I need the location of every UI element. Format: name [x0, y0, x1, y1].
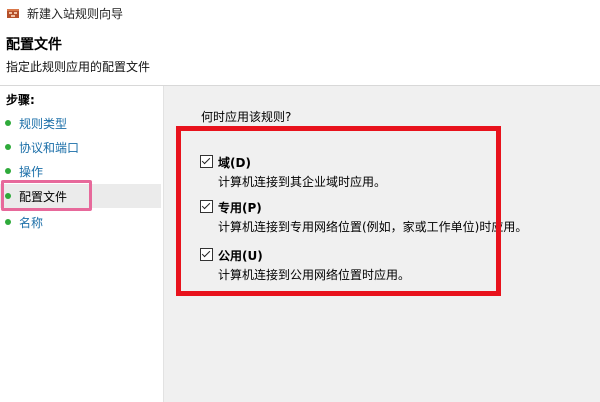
window-title: 新建入站规则向导: [27, 7, 124, 21]
sidebar-item-rule-type[interactable]: 规则类型: [0, 111, 161, 135]
sidebar-item-protocol-port[interactable]: 协议和端口: [0, 135, 161, 159]
step-bullet-icon: [5, 219, 11, 225]
highlight-annotation-profile: [1, 180, 92, 211]
firewall-shield-icon: [7, 9, 19, 18]
sidebar-item-label: 操作: [19, 165, 44, 179]
steps-sidebar: 步骤: 规则类型 协议和端口 操作 配置文件 名称: [0, 86, 164, 402]
wizard-header: 配置文件 指定此规则应用的配置文件: [0, 26, 600, 86]
step-bullet-icon: [5, 144, 11, 150]
sidebar-item-name[interactable]: 名称: [0, 210, 161, 234]
sidebar-item-label: 规则类型: [19, 117, 68, 131]
step-bullet-icon: [5, 120, 11, 126]
step-bullet-icon: [5, 168, 11, 174]
highlight-annotation-options: [176, 126, 501, 296]
page-subtitle: 指定此规则应用的配置文件: [6, 60, 151, 74]
steps-heading: 步骤:: [6, 93, 35, 107]
page-title: 配置文件: [6, 37, 62, 53]
sidebar-item-label: 协议和端口: [19, 141, 80, 155]
title-bar: 新建入站规则向导: [0, 0, 600, 26]
question-label: 何时应用该规则?: [201, 110, 292, 124]
sidebar-item-label: 名称: [19, 216, 44, 230]
